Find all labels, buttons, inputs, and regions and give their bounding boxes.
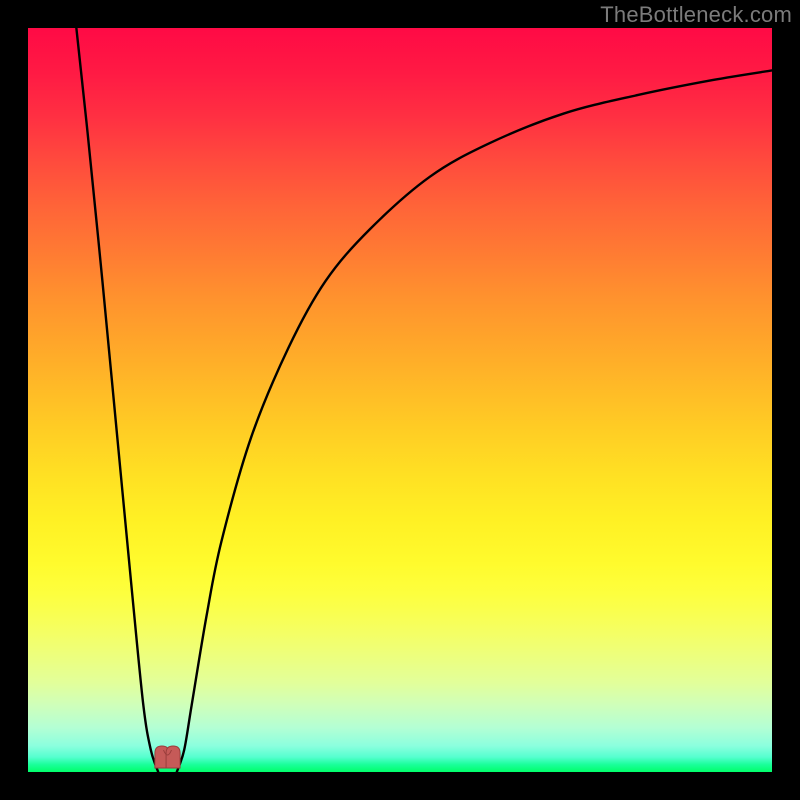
valley-marker-icon: [155, 746, 180, 768]
curve-left-branch: [76, 28, 158, 772]
watermark-text: TheBottleneck.com: [600, 2, 792, 28]
chart-svg: [28, 28, 772, 772]
chart-frame: TheBottleneck.com: [0, 0, 800, 800]
curve-right-branch: [177, 70, 772, 772]
chart-plot-area: [28, 28, 772, 772]
